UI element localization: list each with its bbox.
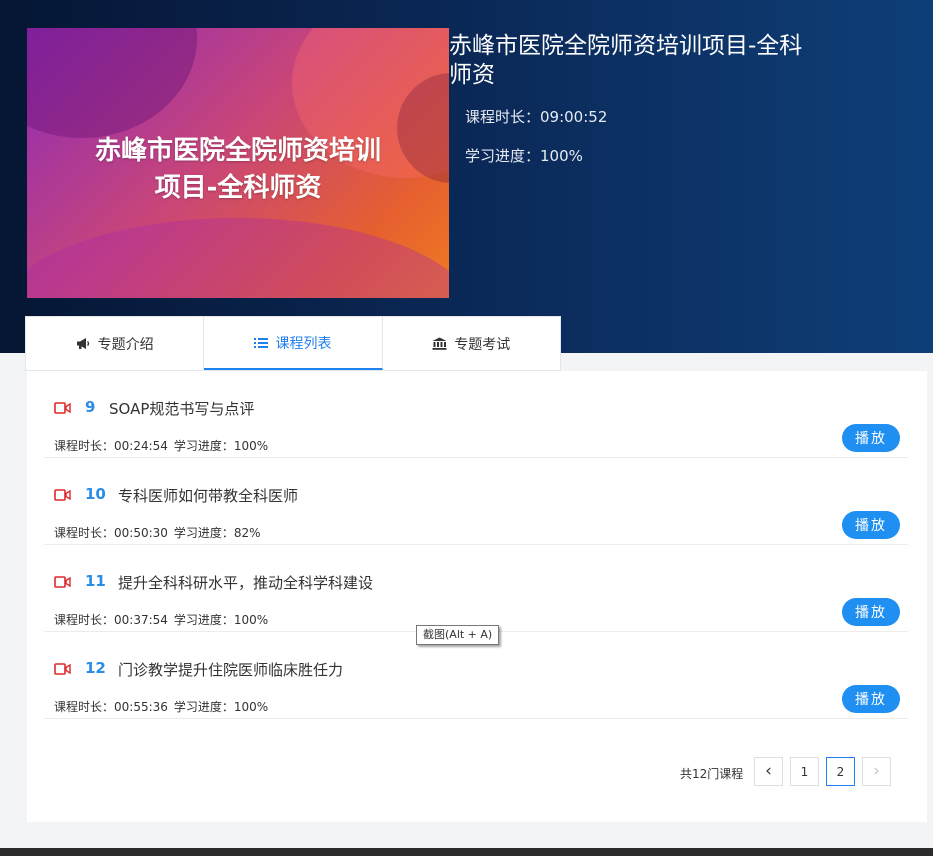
lesson-meta: 课程时长：00:37:54 学习进度：100% [54, 611, 268, 628]
course-title: 赤峰市医院全院师资培训项目-全科师资 [449, 33, 803, 88]
footer-bar [0, 848, 933, 856]
pagination-total: 共12门课程 [680, 767, 744, 781]
lesson-number: 12 [85, 659, 106, 677]
pagination: 共12门课程 ‹ 1 2 › [27, 757, 927, 787]
video-camera-icon [54, 660, 71, 679]
lesson-duration: 课程时长：00:24:54 [54, 439, 168, 453]
tab-label: 课程列表 [275, 335, 332, 352]
lesson-title[interactable]: 专科医师如何带教全科医师 [118, 485, 298, 506]
page-button-1[interactable]: 1 [790, 757, 819, 786]
tab-label: 专题介绍 [97, 336, 154, 353]
video-camera-icon [54, 486, 71, 505]
play-button[interactable]: 播放 [842, 511, 900, 539]
cover-title: 赤峰市医院全院师资培训项目-全科师资 [94, 136, 381, 203]
play-button[interactable]: 播放 [842, 424, 900, 452]
lesson-title[interactable]: 门诊教学提升住院医师临床胜任力 [118, 659, 343, 680]
chevron-left-icon: ‹ [765, 761, 772, 781]
lesson-number: 11 [85, 572, 106, 590]
page-button-2[interactable]: 2 [826, 757, 855, 786]
course-header: 赤峰市医院全院师资培训项目-全科师资 赤峰市医院全院师资培训项目-全科师资 课程… [0, 0, 933, 353]
course-duration: 课程时长：09:00:52 [465, 108, 608, 126]
lesson-progress: 学习进度：82% [173, 526, 261, 540]
tab-topic-intro[interactable]: 专题介绍 [26, 317, 205, 370]
list-item: 9 SOAP规范书写与点评 课程时长：00:24:54 学习进度：100% 播放 [44, 371, 908, 458]
list-item: 10 专科医师如何带教全科医师 课程时长：00:50:30 学习进度：82% 播放 [44, 458, 908, 545]
tab-bar: 专题介绍 课程列表 专题考试 [25, 316, 561, 371]
video-camera-icon [54, 399, 71, 418]
lesson-meta: 课程时长：00:55:36 学习进度：100% [54, 698, 268, 715]
lesson-progress: 学习进度：100% [173, 613, 269, 627]
video-camera-icon [54, 573, 71, 592]
play-button[interactable]: 播放 [842, 598, 900, 626]
course-list-panel: 9 SOAP规范书写与点评 课程时长：00:24:54 学习进度：100% 播放 … [27, 371, 927, 822]
lesson-progress: 学习进度：100% [173, 700, 269, 714]
lesson-title[interactable]: SOAP规范书写与点评 [109, 398, 254, 419]
list-icon [254, 337, 269, 349]
tab-topic-exam[interactable]: 专题考试 [383, 317, 560, 370]
lesson-meta: 课程时长：00:50:30 学习进度：82% [54, 524, 261, 541]
next-page-button[interactable]: › [862, 757, 891, 786]
screenshot-tooltip: 截图(Alt + A) [416, 625, 500, 645]
megaphone-icon [76, 337, 91, 350]
course-progress: 学习进度：100% [465, 147, 583, 165]
play-button[interactable]: 播放 [842, 685, 900, 713]
bank-icon [432, 337, 447, 350]
list-item: 11 提升全科科研水平，推动全科学科建设 课程时长：00:37:54 学习进度：1… [44, 545, 908, 632]
lesson-title[interactable]: 提升全科科研水平，推动全科学科建设 [118, 572, 373, 593]
course-cover-image: 赤峰市医院全院师资培训项目-全科师资 [27, 28, 449, 298]
lesson-number: 9 [85, 398, 96, 416]
lesson-duration: 课程时长：00:55:36 [54, 700, 168, 714]
tab-course-list[interactable]: 课程列表 [204, 317, 383, 370]
cover-decoration [27, 28, 197, 138]
lesson-duration: 课程时长：00:50:30 [54, 526, 168, 540]
lesson-meta: 课程时长：00:24:54 学习进度：100% [54, 437, 268, 454]
lesson-progress: 学习进度：100% [173, 439, 269, 453]
cover-decoration [27, 218, 449, 298]
lesson-number: 10 [85, 485, 106, 503]
list-item: 12 门诊教学提升住院医师临床胜任力 课程时长：00:55:36 学习进度：100… [44, 632, 908, 719]
chevron-right-icon: › [873, 761, 880, 781]
prev-page-button[interactable]: ‹ [754, 757, 783, 786]
lesson-duration: 课程时长：00:37:54 [54, 613, 168, 627]
tab-label: 专题考试 [454, 336, 511, 353]
